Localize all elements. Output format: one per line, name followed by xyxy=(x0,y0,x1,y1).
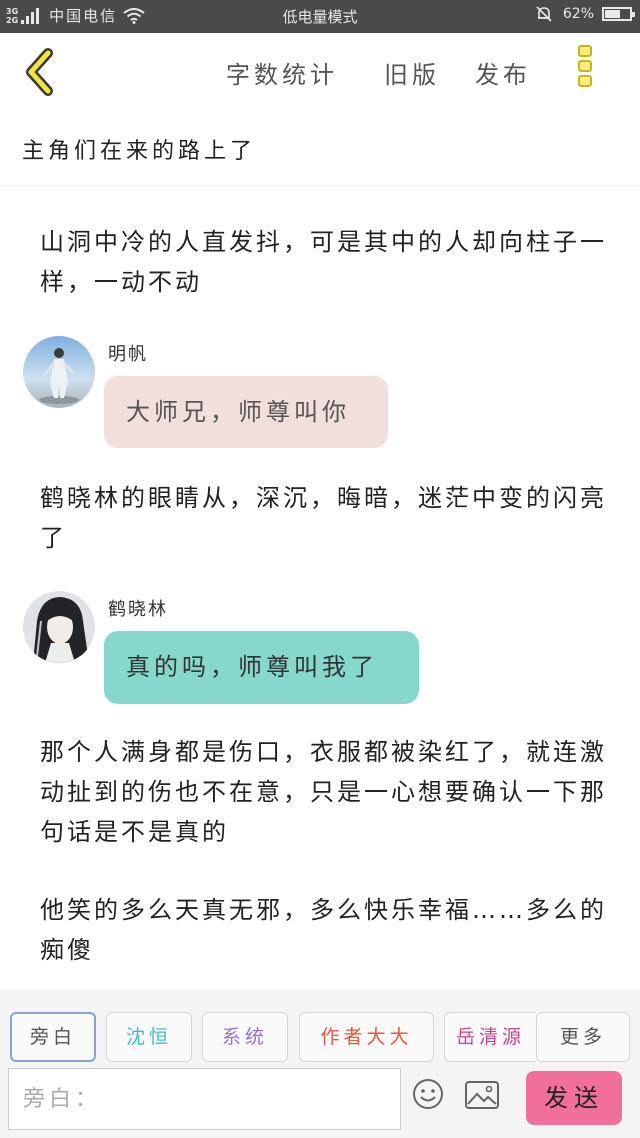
status-bar: 3G 2G 中国电信 低电量模式 62% xyxy=(0,0,640,33)
more-menu-icon[interactable] xyxy=(578,45,600,97)
role-chip-system[interactable]: 系统 xyxy=(202,1012,288,1062)
status-right: 62% xyxy=(535,5,635,23)
role-chip-author[interactable]: 作者大大 xyxy=(299,1012,434,1062)
word-count-button[interactable]: 字数统计 xyxy=(226,55,338,90)
speaker-name: 明帆 xyxy=(108,344,148,365)
role-chip-narrator[interactable]: 旁白 xyxy=(10,1012,96,1062)
role-chip-shenheng[interactable]: 沈恒 xyxy=(106,1012,192,1062)
mute-bell-icon xyxy=(536,6,552,22)
back-arrow-icon[interactable] xyxy=(22,47,62,97)
narration-paragraph: 山洞中冷的人直发抖，可是其中的人却向柱子一样，一动不动 xyxy=(40,228,607,296)
publish-button[interactable]: 发布 xyxy=(475,55,531,90)
send-button[interactable]: 发送 xyxy=(526,1071,622,1125)
top-bar: 字数统计 旧版 发布 xyxy=(0,33,640,111)
narration-paragraph: 鹤晓林的眼睛从，深沉，晦暗，迷茫中变的闪亮了 xyxy=(40,484,607,552)
image-icon[interactable] xyxy=(465,1081,499,1109)
battery-icon xyxy=(602,7,635,21)
role-chip-yueqingyuan[interactable]: 岳清源 xyxy=(444,1012,536,1062)
speaker-name: 鹤晓林 xyxy=(108,599,168,620)
message-input[interactable] xyxy=(9,1069,400,1129)
narration-paragraph: 他笑的多么天真无邪，多么快乐幸福……多么的痴傻 xyxy=(40,896,607,964)
avatar-mingfan xyxy=(23,336,95,408)
message-input-box xyxy=(8,1068,401,1130)
dialogue-bubble: 真的吗，师尊叫我了 xyxy=(104,631,419,704)
role-chip-more[interactable]: 更多 xyxy=(536,1012,630,1062)
emoji-icon[interactable] xyxy=(412,1078,444,1110)
dialogue-bubble: 大师兄，师尊叫你 xyxy=(104,376,388,448)
story-title: 主角们在来的路上了 xyxy=(22,139,257,164)
avatar-hexiaolin xyxy=(23,591,95,663)
divider xyxy=(0,185,640,186)
old-version-button[interactable]: 旧版 xyxy=(384,55,440,90)
battery-percent: 62% xyxy=(562,6,594,22)
narration-paragraph: 那个人满身都是伤口，衣服都被染红了，就连激动扯到的伤也不在意，只是一心想要确认一… xyxy=(40,738,607,846)
